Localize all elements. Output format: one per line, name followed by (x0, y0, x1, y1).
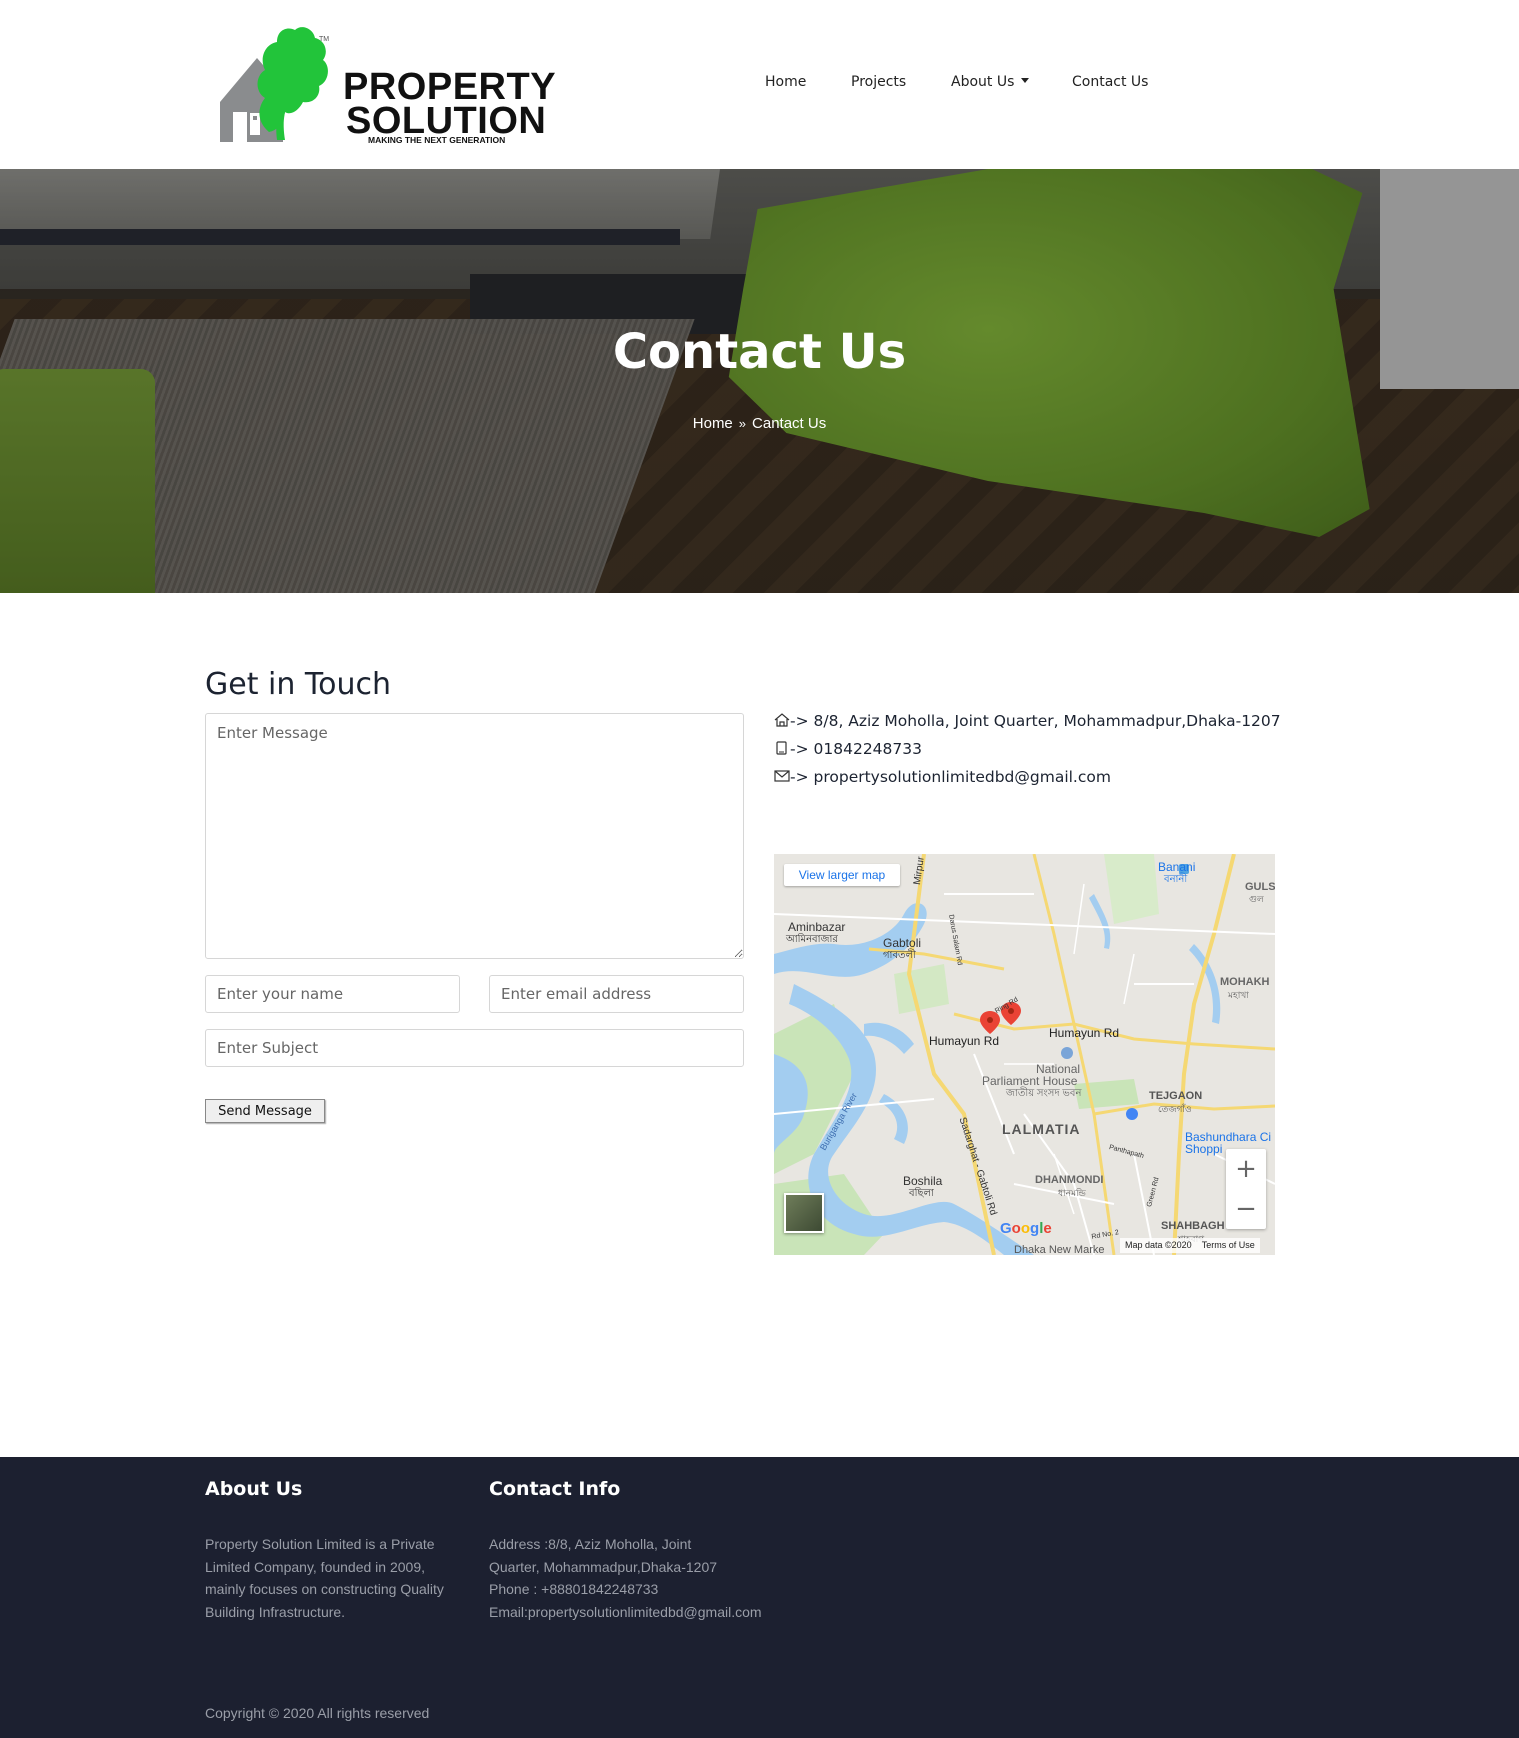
map-label-mohakh-bn: মহাখা (1228, 990, 1249, 1000)
brand-tagline: MAKING THE NEXT GENERATION (368, 135, 506, 145)
site-header: TM PROPERTY SOLUTION MAKING THE NEXT GEN… (0, 0, 1519, 169)
map-label-humayun-rd-2: Humayun Rd (1049, 1026, 1120, 1040)
map-label-guls-bn: গুল (1249, 894, 1264, 904)
map-label-aminbazar-bn: আমিনবাজার (786, 934, 838, 945)
terms-of-use-link[interactable]: Terms of Use (1202, 1240, 1255, 1250)
map-label-gabtoli-bn: গাবতলী (883, 950, 916, 961)
double-chevron-right-icon: » (738, 416, 747, 431)
map-label-boshila-bn: বছিলা (909, 1188, 934, 1199)
nav-about-us[interactable]: About Us (951, 74, 1030, 90)
footer-address-line2: Quarter, Mohammadpur,Dhaka-1207 (489, 1558, 718, 1575)
phone-icon (776, 741, 787, 755)
breadcrumb-home[interactable]: Home (693, 415, 733, 432)
contact-email: -> propertysolutionlimitedbd@gmail.com (774, 768, 1111, 786)
map-label-parliament-bn: জাতীয় সংসদ ভবন (1006, 1088, 1082, 1099)
map-label-banani-bn: বনানী (1164, 874, 1188, 885)
send-message-button[interactable]: Send Message (205, 1099, 325, 1123)
footer-about-heading: About Us (205, 1478, 303, 1500)
copyright: Copyright © 2020 All rights reserved (205, 1705, 430, 1721)
footer-about-text: Property Solution Limited is a Private L… (205, 1536, 444, 1620)
contact-phone-text: -> 01842248733 (790, 740, 922, 758)
map-label-shahbagh: SHAHBAGH (1161, 1220, 1225, 1232)
contact-address: -> 8/8, Aziz Moholla, Joint Quarter, Moh… (774, 712, 1281, 730)
chevron-down-icon (1021, 78, 1030, 83)
map-label-shoppi: Shoppi (1185, 1142, 1223, 1156)
google-map[interactable]: View larger map Banani বনানী GULS গুল Am… (774, 854, 1275, 1255)
map-label-lalmatia: LALMATIA (1002, 1121, 1081, 1137)
site-footer: About Us Property Solution Limited is a … (0, 1457, 1519, 1738)
map-label-dhanmondi-bn: ধানমন্ডি (1058, 1188, 1086, 1198)
footer-phone: Phone : +88801842248733 (489, 1581, 659, 1597)
contact-email-text: -> propertysolutionlimitedbd@gmail.com (790, 768, 1111, 786)
footer-contact-heading: Contact Info (489, 1478, 621, 1500)
footer-contact-text: Address :8/8, Aziz Moholla, Joint Quarte… (489, 1533, 829, 1623)
hero-banner: Contact Us Home » Cantact Us (0, 169, 1519, 593)
map-label-tejgaon: TEJGAON (1149, 1090, 1203, 1102)
map-zoom-controls: + − (1226, 1149, 1266, 1229)
map-label-humayun-rd-1: Humayun Rd (929, 1034, 1000, 1048)
nav-contact-us[interactable]: Contact Us (1072, 74, 1148, 90)
contact-address-text: -> 8/8, Aziz Moholla, Joint Quarter, Moh… (790, 712, 1281, 730)
view-larger-map-link[interactable]: View larger map (784, 864, 900, 886)
contact-phone: -> 01842248733 (774, 740, 922, 758)
breadcrumb-current: Cantact Us (752, 415, 827, 432)
name-field[interactable] (205, 975, 460, 1013)
footer-email: Email:propertysolutionlimitedbd@gmail.co… (489, 1603, 762, 1620)
map-label-mohakh: MOHAKH (1220, 976, 1270, 988)
nav-home[interactable]: Home (765, 74, 806, 90)
get-in-touch-heading: Get in Touch (205, 667, 391, 702)
trademark-mark: TM (319, 36, 330, 43)
logo-house-tree-icon (220, 27, 328, 142)
map-attribution: Map data ©2020 Terms of Use (1120, 1238, 1260, 1253)
breadcrumb: Home » Cantact Us (0, 415, 1519, 432)
message-field[interactable] (205, 713, 744, 959)
map-label-dhanmondi: DHANMONDI (1035, 1174, 1104, 1186)
page-title: Contact Us (612, 324, 907, 380)
map-label-new-market: Dhaka New Marke (1014, 1244, 1105, 1255)
nav-about-us-label: About Us (951, 74, 1015, 90)
map-tiles (774, 854, 1275, 1255)
satellite-toggle[interactable] (784, 1193, 824, 1233)
brand-logo[interactable]: TM PROPERTY SOLUTION MAKING THE NEXT GEN… (217, 12, 556, 150)
map-data-text: Map data ©2020 (1125, 1240, 1192, 1250)
map-label-tejgaon-bn: তেজগাঁও (1158, 1104, 1192, 1114)
subject-field[interactable] (205, 1029, 744, 1067)
footer-address-line1: Address :8/8, Aziz Moholla, Joint (489, 1536, 692, 1552)
google-logo: Google (1000, 1220, 1052, 1237)
email-field[interactable] (489, 975, 744, 1013)
nav-projects[interactable]: Projects (851, 74, 906, 90)
zoom-out-button[interactable]: − (1226, 1189, 1266, 1229)
home-icon (774, 713, 790, 727)
zoom-in-button[interactable]: + (1226, 1149, 1266, 1189)
mail-icon (774, 770, 790, 782)
hero-overlay (0, 169, 1519, 593)
